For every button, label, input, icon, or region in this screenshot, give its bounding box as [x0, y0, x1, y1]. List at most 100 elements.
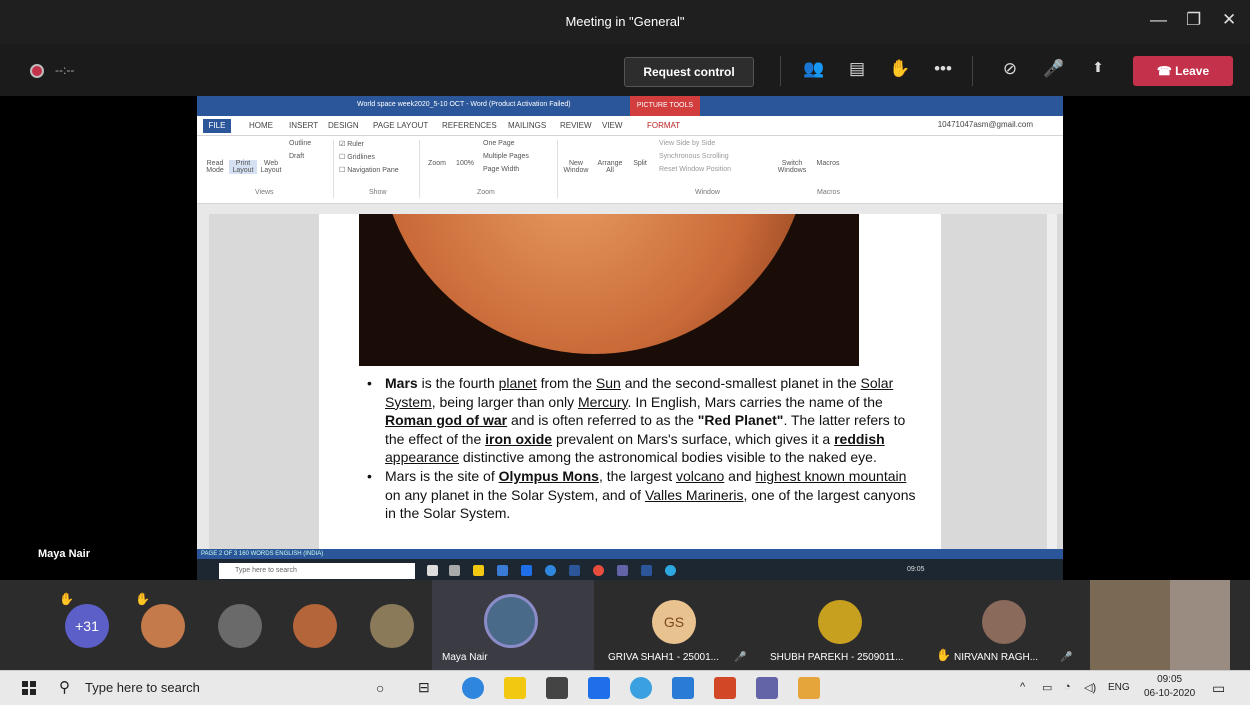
teams-icon[interactable]	[756, 677, 778, 699]
teams-icon[interactable]	[617, 565, 628, 576]
gridlines-checkbox[interactable]: ☐ Gridlines	[339, 153, 375, 161]
leave-button[interactable]: ☎ Leave	[1133, 56, 1233, 86]
mic-off-icon[interactable]: 🎤	[1042, 59, 1066, 79]
edge-icon[interactable]	[545, 565, 556, 576]
mars-image[interactable]	[359, 214, 859, 366]
tab-mailings[interactable]: MAILINGS	[508, 121, 546, 130]
overflow-participants[interactable]: ✋ +31	[55, 580, 125, 670]
taskbar-clock[interactable]: 09:05 06-10-2020	[1144, 673, 1195, 701]
folder-icon[interactable]	[473, 565, 484, 576]
tab-format[interactable]: FORMAT	[647, 121, 680, 130]
taskbar-search[interactable]: ⚲ Type here to search	[49, 676, 349, 700]
macros-button[interactable]: Macros	[813, 160, 843, 167]
taskbar-app-icon[interactable]	[427, 565, 438, 576]
vertical-scrollbar[interactable]	[1047, 214, 1057, 549]
battery-icon[interactable]: ▭	[1042, 681, 1052, 694]
link-mercury[interactable]: Mercury	[578, 394, 628, 410]
outline-button[interactable]: Outline	[289, 140, 311, 147]
reset-window-position-button[interactable]: Reset Window Position	[659, 166, 731, 173]
tab-references[interactable]: REFERENCES	[442, 121, 497, 130]
windows-start-icon[interactable]	[22, 681, 36, 695]
powerpoint-icon[interactable]	[714, 677, 736, 699]
ruler-checkbox[interactable]: ☑ Ruler	[339, 140, 364, 148]
arrange-all-button[interactable]: Arrange All	[595, 160, 625, 174]
store-icon[interactable]	[497, 565, 508, 576]
video-off-icon[interactable]: ⊘	[998, 59, 1022, 79]
mail-icon[interactable]	[588, 677, 610, 699]
link-highest-known-mountain[interactable]: highest known mountain	[755, 468, 906, 484]
zoom-100-button[interactable]: 100%	[453, 160, 477, 167]
app-icon[interactable]	[798, 677, 820, 699]
minimize-icon[interactable]: —	[1150, 10, 1167, 30]
word-icon[interactable]	[569, 565, 580, 576]
raise-hand-icon[interactable]: ✋	[888, 59, 912, 79]
tab-view[interactable]: VIEW	[602, 121, 622, 130]
zoom-button[interactable]: Zoom	[425, 160, 449, 167]
navigation-pane-checkbox[interactable]: ☐ Navigation Pane	[339, 166, 399, 174]
link-sun[interactable]: Sun	[596, 375, 621, 391]
print-layout-button[interactable]: Print Layout	[229, 160, 257, 174]
tab-home[interactable]: HOME	[249, 121, 273, 130]
store-icon[interactable]	[546, 677, 568, 699]
link-olympus-mons[interactable]: Olympus Mons	[499, 468, 599, 484]
tab-review[interactable]: REVIEW	[560, 121, 592, 130]
web-layout-button[interactable]: Web Layout	[257, 160, 285, 174]
file-explorer-icon[interactable]	[504, 677, 526, 699]
link-appearance[interactable]: appearance	[385, 449, 459, 465]
maximize-icon[interactable]: ❐	[1186, 10, 1201, 30]
participant-tile[interactable]: SHUBH PAREKH - 2509011...	[762, 580, 922, 670]
shared-search-box[interactable]: Type here to search	[219, 563, 415, 579]
cortana-icon[interactable]: ○	[376, 680, 384, 696]
one-page-button[interactable]: One Page	[483, 140, 515, 147]
more-icon[interactable]: •••	[931, 59, 955, 79]
link-reddish[interactable]: reddish	[834, 431, 885, 447]
shared-screen: World space week2020_5-10 OCT - Word (Pr…	[197, 96, 1063, 583]
view-side-by-side-button[interactable]: View Side by Side	[659, 140, 715, 147]
people-icon[interactable]: 👥	[802, 59, 826, 79]
tab-insert[interactable]: INSERT	[289, 121, 318, 130]
tab-file[interactable]: FILE	[203, 119, 231, 133]
draft-button[interactable]: Draft	[289, 153, 304, 160]
taskbar-app-icon[interactable]	[449, 565, 460, 576]
request-control-button[interactable]: Request control	[624, 57, 754, 87]
task-view-icon[interactable]: ⊟	[418, 679, 430, 696]
chrome-icon[interactable]	[593, 565, 604, 576]
link-planet[interactable]: planet	[499, 375, 537, 391]
participant-tile[interactable]	[287, 580, 347, 670]
link-volcano[interactable]: volcano	[676, 468, 724, 484]
participant-tile[interactable]: GS GRIVA SHAH1 - 25001... 🎤	[598, 580, 756, 670]
link-iron-oxide[interactable]: iron oxide	[485, 431, 552, 447]
page-width-button[interactable]: Page Width	[483, 166, 519, 173]
read-mode-button[interactable]: Read Mode	[201, 160, 229, 174]
tab-page-layout[interactable]: PAGE LAYOUT	[373, 121, 428, 130]
multiple-pages-button[interactable]: Multiple Pages	[483, 153, 529, 160]
link-valles-marineris[interactable]: Valles Marineris	[645, 487, 744, 503]
share-icon[interactable]: ⬆	[1086, 59, 1110, 76]
edge-icon[interactable]	[462, 677, 484, 699]
ie-icon[interactable]	[630, 677, 652, 699]
tray-chevron-icon[interactable]: ^	[1020, 681, 1025, 693]
participant-tile[interactable]: Maya Nair	[432, 580, 594, 670]
synchronous-scrolling-button[interactable]: Synchronous Scrolling	[659, 153, 729, 160]
tab-design[interactable]: DESIGN	[328, 121, 359, 130]
mail-icon[interactable]	[521, 565, 532, 576]
participant-tile[interactable]	[364, 580, 424, 670]
edge-new-icon[interactable]	[665, 565, 676, 576]
participant-tile[interactable]: ✋	[133, 580, 203, 670]
wifi-icon[interactable]: ◔	[1064, 681, 1071, 693]
switch-windows-button[interactable]: Switch Windows	[775, 160, 809, 174]
volume-icon[interactable]: ◁)	[1084, 681, 1096, 694]
new-window-button[interactable]: New Window	[561, 160, 591, 174]
recording-indicator-icon	[30, 64, 44, 78]
todo-icon[interactable]	[672, 677, 694, 699]
close-icon[interactable]: ✕	[1222, 10, 1236, 30]
notifications-icon[interactable]: ▭	[1212, 680, 1225, 697]
language-indicator[interactable]: ENG	[1108, 682, 1130, 693]
participant-tile[interactable]: ✋ NIRVANN RAGH... 🎤	[928, 580, 1088, 670]
link-roman-god-of-war[interactable]: Roman god of war	[385, 412, 507, 428]
word-icon[interactable]	[641, 565, 652, 576]
chat-icon[interactable]: ▤	[845, 59, 869, 79]
participant-tile[interactable]	[212, 580, 272, 670]
split-button[interactable]: Split	[629, 160, 651, 167]
group-show-label: Show	[369, 189, 387, 196]
